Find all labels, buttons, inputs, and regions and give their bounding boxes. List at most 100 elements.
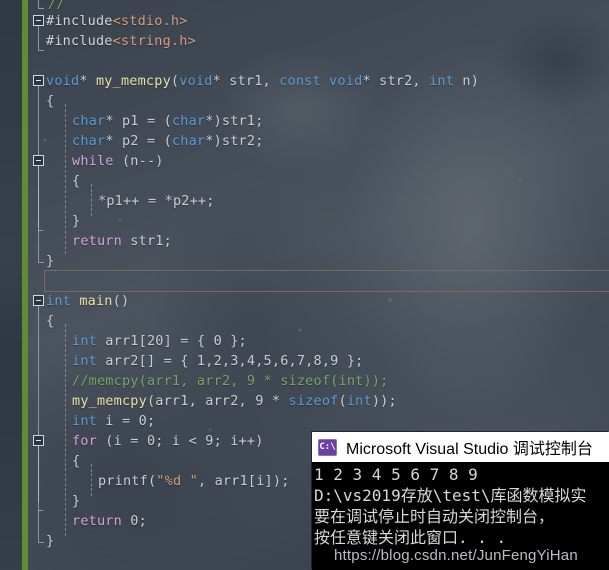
code-token: my_memcpy	[95, 73, 171, 89]
code-token: int	[72, 333, 97, 349]
code-line: #include<stdio.h>	[0, 14, 188, 29]
fold-toggle-icon[interactable]	[33, 155, 44, 166]
code-token: (i = 0; i < 9; i++)	[96, 433, 264, 449]
code-token: void	[329, 73, 363, 89]
console-output: 1 2 3 4 5 6 7 8 9 D:\vs2019存放\test\库函数模拟…	[312, 462, 609, 570]
console-window-icon: C:\	[318, 438, 337, 456]
console-line: 要在调试停止时自动关闭控制台，	[314, 507, 555, 526]
code-token: <stdio.h>	[112, 13, 188, 29]
fold-guide-end	[38, 50, 44, 51]
fold-toggle-icon[interactable]	[33, 75, 44, 86]
code-token: 0;	[121, 513, 147, 529]
code-line: return str1;	[0, 234, 172, 249]
console-line: D:\vs2019存放\test\库函数模拟实	[314, 486, 587, 505]
code-token: {	[72, 173, 81, 189]
code-token: (n--)	[113, 153, 164, 169]
console-title-text: Microsoft Visual Studio 调试控制台	[346, 441, 593, 458]
code-line: {	[0, 314, 54, 329]
code-token: <string.h>	[112, 33, 196, 49]
code-line: while (n--)	[0, 154, 164, 169]
fold-toggle-icon[interactable]	[33, 15, 44, 26]
code-line: my_memcpy(arr1, arr2, 9 * sizeof(int));	[0, 394, 397, 409]
code-token: my_memcpy	[72, 393, 147, 409]
code-token: while	[72, 153, 114, 169]
code-line: {	[0, 94, 54, 109]
code-line: }	[0, 494, 80, 509]
code-token: return	[72, 513, 122, 529]
code-line: #include<string.h>	[0, 34, 196, 49]
fold-toggle-icon[interactable]	[33, 435, 44, 446]
code-line: {	[0, 454, 80, 469]
code-line: //	[0, 0, 65, 12]
code-token: * str1,	[212, 73, 280, 89]
code-line: char* p1 = (char*)str1;	[0, 114, 264, 129]
fold-guide-branch	[38, 510, 43, 511]
code-token: sizeof	[288, 393, 339, 409]
code-token: #include	[46, 33, 113, 49]
code-token: //memcpy(arr1, arr2, 9 * sizeof(int));	[72, 373, 389, 389]
code-line: }	[0, 534, 54, 549]
code-token: ()	[112, 293, 130, 309]
code-token: n)	[454, 73, 480, 89]
watermark-url: https://blog.csdn.net/JunFengYiHan	[334, 547, 578, 564]
code-token: int	[72, 413, 97, 429]
blank-line-highlight	[44, 270, 609, 292]
code-token: "%d "	[156, 473, 198, 489]
code-line: {	[0, 174, 80, 189]
code-token: int	[46, 293, 71, 309]
code-token: ));	[371, 393, 397, 409]
code-token: *p1++ = *p2++;	[98, 193, 215, 209]
code-token: i = 0;	[96, 413, 156, 429]
code-token: , arr1[i]);	[197, 473, 290, 489]
code-token: * p1 = (	[105, 113, 172, 129]
code-token: main	[79, 293, 113, 309]
console-title-bar[interactable]: C:\ Microsoft Visual Studio 调试控制台	[312, 432, 609, 462]
code-token: char	[72, 133, 106, 149]
code-line: return 0;	[0, 514, 147, 529]
code-token: }	[46, 533, 55, 549]
code-line: char* p2 = (char*)str2;	[0, 134, 264, 149]
code-token: }	[72, 213, 81, 229]
code-token: {	[46, 313, 55, 329]
code-token: (arr1, arr2, 9 *	[146, 393, 289, 409]
code-token: *)str1;	[205, 113, 264, 129]
code-line: int i = 0;	[0, 414, 155, 429]
code-token: void	[179, 73, 213, 89]
fold-toggle-icon[interactable]	[33, 295, 44, 306]
code-token: printf	[98, 473, 148, 489]
code-line: }	[0, 214, 80, 229]
code-token: *)str2;	[205, 133, 264, 149]
code-token: const	[279, 73, 321, 89]
code-token: char	[171, 133, 206, 149]
debug-console-window[interactable]: C:\ Microsoft Visual Studio 调试控制台 1 2 3 …	[312, 432, 609, 570]
code-line: int main()	[0, 294, 129, 309]
code-line: void* my_memcpy(void* str1, const void* …	[0, 74, 479, 89]
code-token: for	[72, 433, 97, 449]
code-token: int	[429, 73, 455, 89]
code-token: {	[46, 93, 55, 109]
code-token: char	[72, 113, 106, 129]
fold-guide-branch	[38, 230, 43, 231]
code-token: void	[46, 73, 80, 89]
code-token: str1;	[121, 233, 172, 249]
code-line: }	[0, 254, 54, 269]
code-token: }	[72, 493, 81, 509]
console-line: 1 2 3 4 5 6 7 8 9	[314, 465, 478, 484]
code-line: printf("%d ", arr1[i]);	[0, 474, 290, 489]
code-token: #include	[46, 13, 113, 29]
code-token: int	[72, 353, 97, 369]
code-token: * p2 = (	[105, 133, 172, 149]
code-line: *p1++ = *p2++;	[0, 194, 215, 209]
code-token: (	[338, 393, 347, 409]
code-token: return	[72, 233, 122, 249]
code-line: //memcpy(arr1, arr2, 9 * sizeof(int));	[0, 374, 388, 389]
code-token: int	[346, 393, 372, 409]
code-line: int arr2[] = { 1,2,3,4,5,6,7,8,9 };	[0, 354, 363, 369]
code-token: arr1[20] = { 0 };	[96, 333, 247, 349]
code-token: //	[48, 0, 65, 12]
code-token: * str2,	[362, 73, 430, 89]
code-token: (	[170, 73, 180, 89]
code-token: *	[79, 73, 96, 89]
code-token: arr2[] = { 1,2,3,4,5,6,7,8,9 };	[96, 353, 364, 369]
